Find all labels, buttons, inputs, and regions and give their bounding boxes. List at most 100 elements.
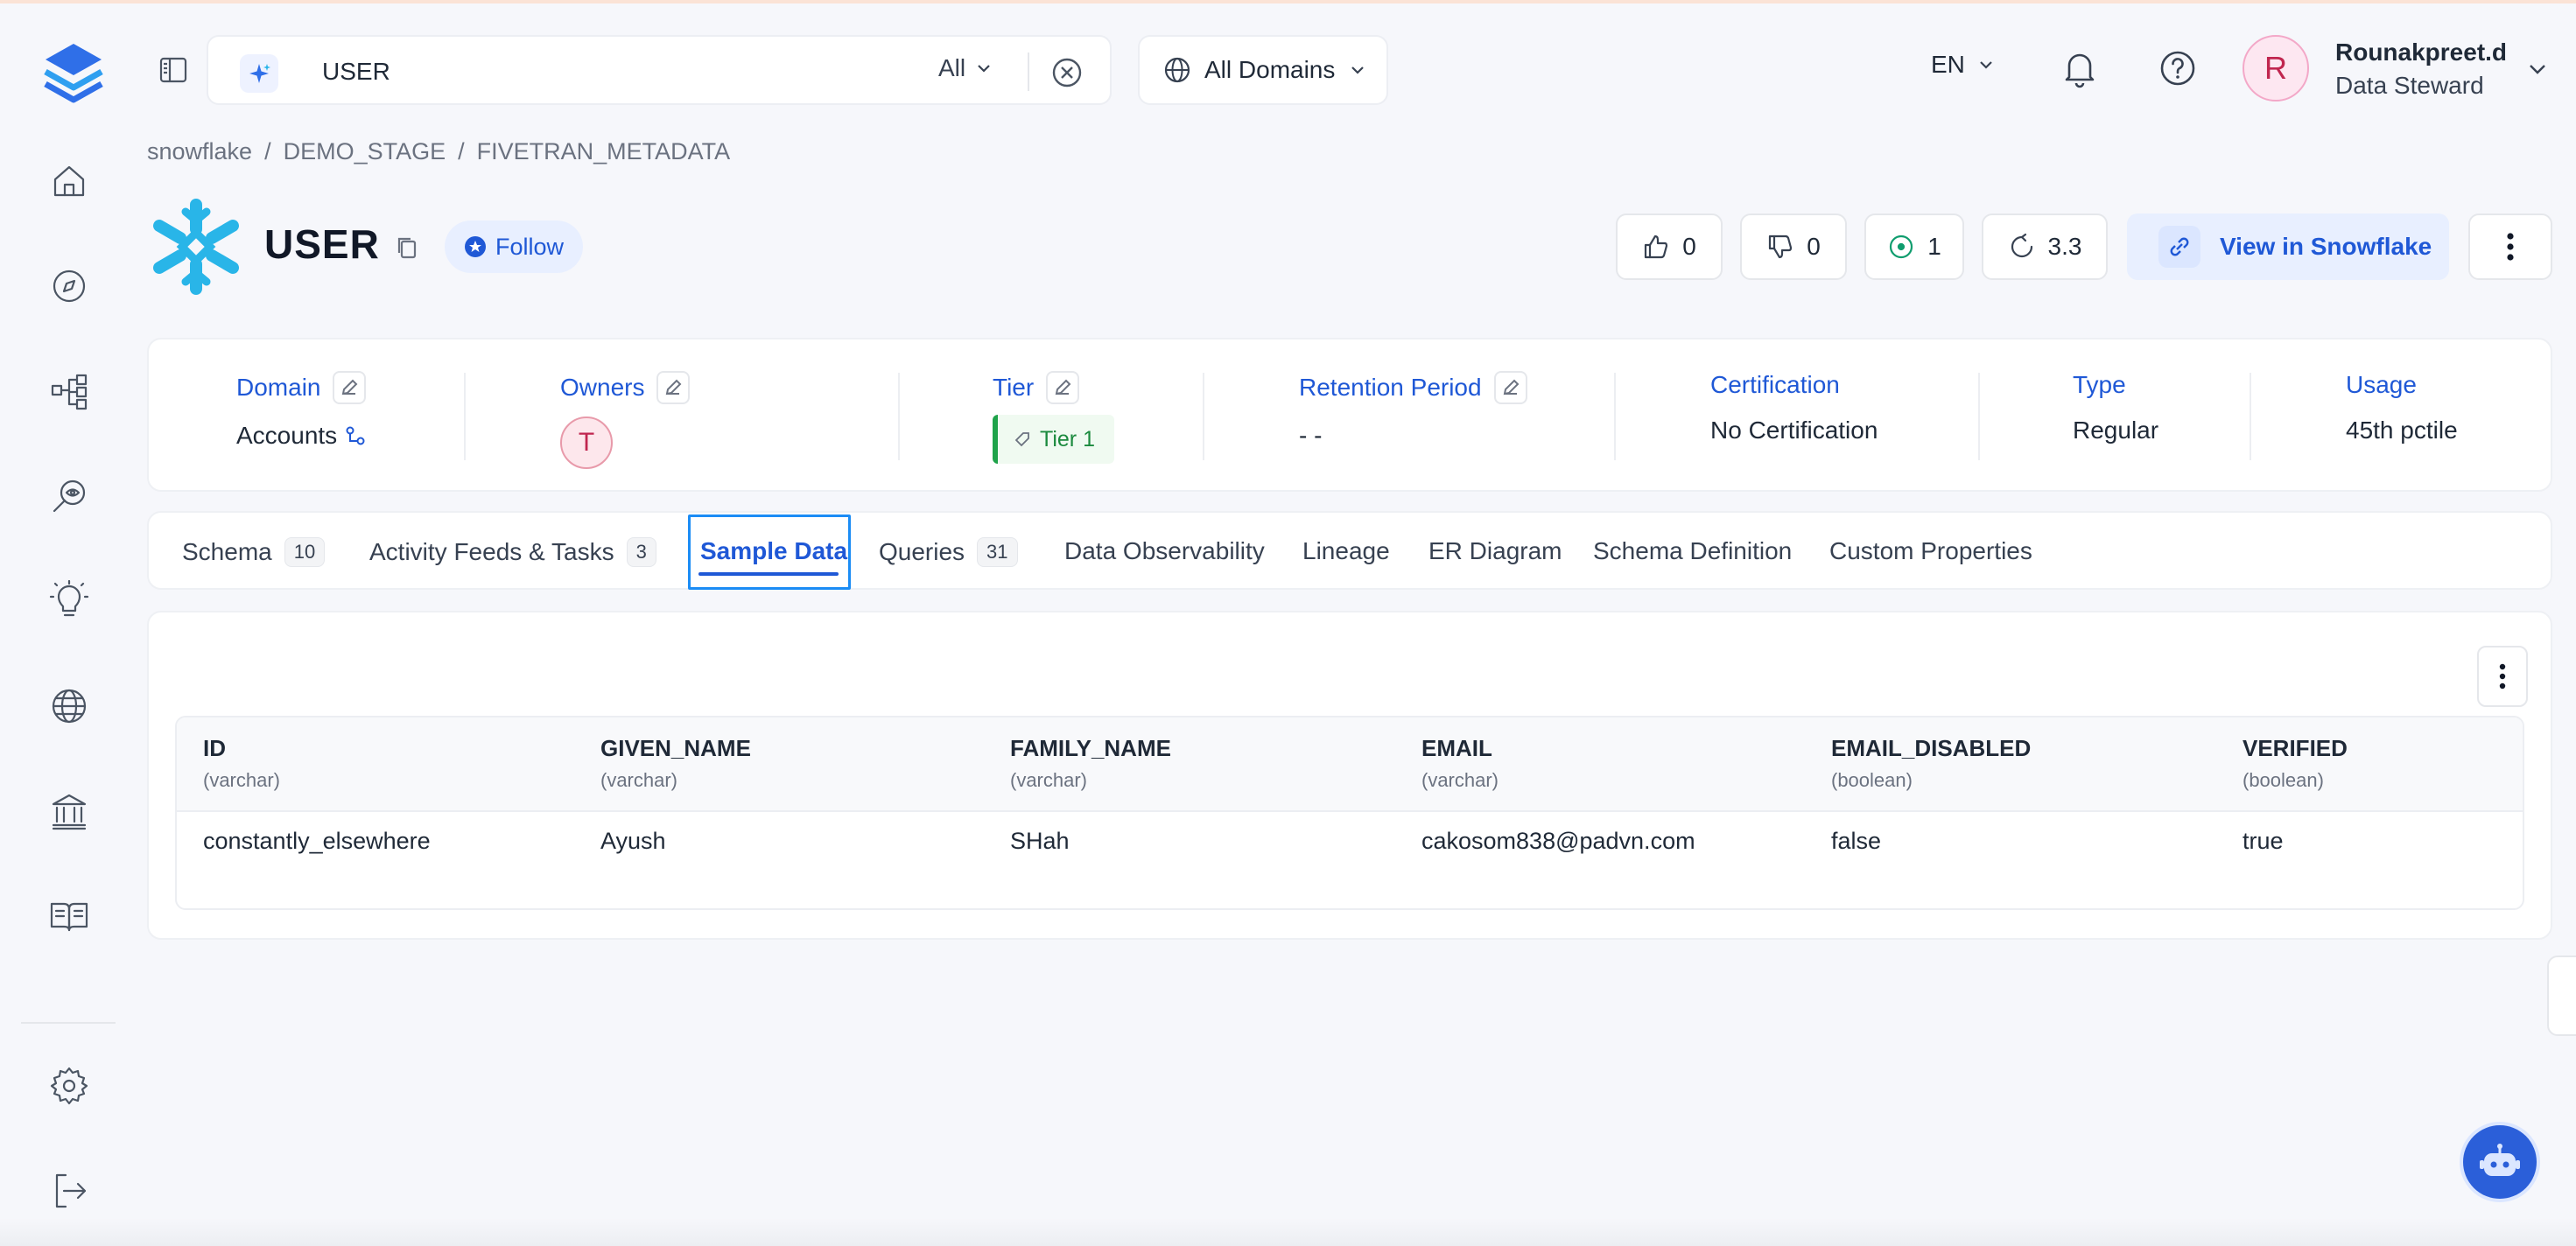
home-icon <box>53 165 85 197</box>
domains-icon <box>52 689 87 724</box>
owner-avatar[interactable]: T <box>560 416 613 469</box>
sidebar-lineage-button[interactable] <box>42 364 96 418</box>
glossary-icon <box>50 902 88 932</box>
tab-label: Queries <box>879 538 965 565</box>
tier-badge[interactable]: Tier 1 <box>993 415 1114 464</box>
search-scope-select[interactable]: All <box>938 54 993 82</box>
property-divider <box>898 373 900 460</box>
follow-button[interactable]: Follow <box>445 220 583 273</box>
app-logo-icon[interactable] <box>39 38 109 108</box>
sample-data-options-button[interactable] <box>2477 646 2528 707</box>
tab-activity-feeds[interactable]: Activity Feeds & Tasks 3 <box>369 537 656 567</box>
globe-icon <box>1164 57 1190 83</box>
more-vertical-icon <box>2507 233 2514 261</box>
notifications-bell-icon[interactable] <box>2059 47 2101 89</box>
tab-label: Lineage <box>1302 537 1390 564</box>
downvote-button[interactable]: 0 <box>1740 214 1847 280</box>
breadcrumb-item-database[interactable]: DEMO_STAGE <box>284 138 446 165</box>
tier-label: Tier <box>993 374 1035 401</box>
sidebar-governance-button[interactable] <box>42 784 96 838</box>
breadcrumb-item-schema[interactable]: FIVETRAN_METADATA <box>477 138 731 165</box>
chevron-down-icon <box>978 65 990 73</box>
table-cell: cakosom838@padvn.com <box>1421 828 1695 854</box>
side-panel-handle[interactable] <box>2547 956 2576 1036</box>
edit-retention-button[interactable] <box>1493 371 1527 404</box>
tab-schema-definition[interactable]: Schema Definition <box>1593 537 1792 565</box>
sidebar-home-button[interactable] <box>42 154 96 208</box>
edit-domain-button[interactable] <box>333 371 367 404</box>
thumbs-up-icon <box>1645 234 1668 259</box>
property-divider <box>2250 373 2251 460</box>
certification-value: No Certification <box>1710 416 1878 444</box>
user-avatar[interactable]: R <box>2243 35 2309 102</box>
tab-lineage[interactable]: Lineage <box>1302 537 1390 565</box>
tab-count: 3 <box>626 537 656 567</box>
tab-custom-properties[interactable]: Custom Properties <box>1829 537 2032 565</box>
version-history-button[interactable]: 3.3 <box>1982 214 2108 280</box>
robot-icon <box>2480 1144 2520 1176</box>
logout-icon <box>55 1173 87 1208</box>
entity-more-options-button[interactable] <box>2468 214 2552 280</box>
version-history-icon <box>2011 233 2032 258</box>
edit-owners-button[interactable] <box>656 371 691 404</box>
sidebar-domains-button[interactable] <box>42 679 96 733</box>
more-vertical-icon <box>2499 663 2506 690</box>
tab-label: Custom Properties <box>1829 537 2032 564</box>
property-divider <box>1614 373 1616 460</box>
property-divider <box>1203 373 1204 460</box>
tier-value: Tier 1 <box>1040 426 1095 452</box>
user-role: Data Steward <box>2335 72 2484 99</box>
breadcrumb-item-service[interactable]: snowflake <box>147 138 252 165</box>
task-status-icon <box>1890 234 1913 259</box>
table-cell: Ayush <box>600 828 666 854</box>
tab-er-diagram[interactable]: ER Diagram <box>1428 537 1562 565</box>
domain-value[interactable]: Accounts <box>236 422 337 450</box>
sparkle-icon <box>249 64 270 83</box>
ai-assistant-button[interactable] <box>2460 1122 2540 1202</box>
tab-focus-ring <box>688 514 851 590</box>
breadcrumb: snowflake / DEMO_STAGE / FIVETRAN_METADA… <box>147 138 730 165</box>
search-separator <box>1028 52 1029 91</box>
ai-search-button[interactable] <box>240 54 278 93</box>
search-input[interactable] <box>322 52 847 91</box>
sidebar-logout-button[interactable] <box>42 1164 96 1218</box>
panel-toggle-button[interactable] <box>151 49 196 91</box>
tab-data-observability[interactable]: Data Observability <box>1064 537 1265 565</box>
upvote-button[interactable]: 0 <box>1616 214 1723 280</box>
certification-label: Certification <box>1710 371 1840 398</box>
language-select[interactable]: EN <box>1931 51 1997 79</box>
help-icon[interactable] <box>2157 47 2199 89</box>
sidebar-settings-button[interactable] <box>42 1059 96 1113</box>
type-value: Regular <box>2073 416 2159 444</box>
insights-icon <box>49 580 89 617</box>
domain-filter-select[interactable]: All Domains <box>1138 35 1388 105</box>
tasks-button[interactable]: 1 <box>1864 214 1964 280</box>
settings-icon <box>50 1067 88 1105</box>
tab-count: 10 <box>284 537 326 567</box>
retention-property: Retention Period - - <box>1299 371 1527 450</box>
property-divider <box>464 373 466 460</box>
sidebar-observability-button[interactable] <box>42 469 96 523</box>
user-menu-chevron-icon[interactable] <box>2524 56 2551 82</box>
pencil-icon <box>1503 379 1519 396</box>
sidebar-insights-button[interactable] <box>42 574 96 628</box>
sidebar-glossary-button[interactable] <box>42 889 96 943</box>
entity-title: USER <box>264 221 380 267</box>
edit-tier-button[interactable] <box>1046 371 1080 404</box>
sidebar-explore-button[interactable] <box>42 259 96 313</box>
sidebar-divider <box>21 1022 116 1024</box>
tab-schema[interactable]: Schema 10 <box>182 537 326 567</box>
view-in-snowflake-button[interactable]: View in Snowflake <box>2127 214 2449 280</box>
tab-label: ER Diagram <box>1428 537 1562 564</box>
tab-queries[interactable]: Queries 31 <box>879 537 1018 567</box>
clear-search-icon[interactable] <box>1050 56 1084 89</box>
type-label: Type <box>2073 371 2126 398</box>
pencil-icon <box>342 379 358 396</box>
tag-icon <box>1014 432 1029 447</box>
copy-icon[interactable] <box>392 233 422 262</box>
table-cell: constantly_elsewhere <box>203 828 431 854</box>
tier-property: Tier Tier 1 <box>993 371 1114 464</box>
follow-label: Follow <box>495 233 565 260</box>
domain-property: Domain Accounts <box>236 371 367 450</box>
sidebar-panel-icon <box>159 57 187 83</box>
